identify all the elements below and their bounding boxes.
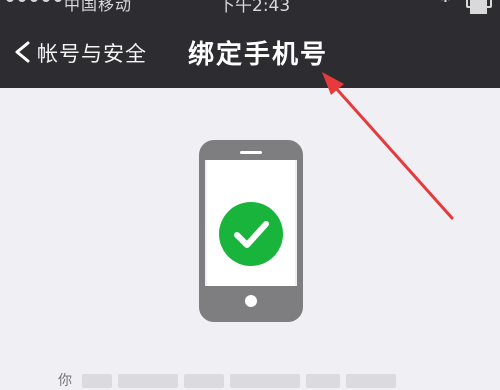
- status-time: 下午2:43: [218, 0, 291, 14]
- check-circle-icon: [219, 202, 283, 266]
- chevron-left-icon[interactable]: [13, 41, 31, 63]
- wifi-icon: ≈: [150, 0, 162, 6]
- bluetooth-icon: ✱: [440, 0, 451, 6]
- blurred-phone-number: [60, 370, 440, 390]
- carrier-label: 中国移动: [64, 0, 133, 14]
- page-title: 绑定手机号: [188, 40, 329, 70]
- navigation-bar: 帐号与安全 绑定手机号: [0, 14, 500, 88]
- battery-icon: [466, 0, 492, 14]
- phone-check-icon: [199, 140, 303, 322]
- status-bar: 中国移动 ≈ 下午2:43 ✱: [0, 0, 500, 14]
- back-button[interactable]: 帐号与安全: [37, 38, 147, 68]
- main-content: 你: [0, 88, 500, 389]
- signal-dots-icon: [6, 0, 62, 2]
